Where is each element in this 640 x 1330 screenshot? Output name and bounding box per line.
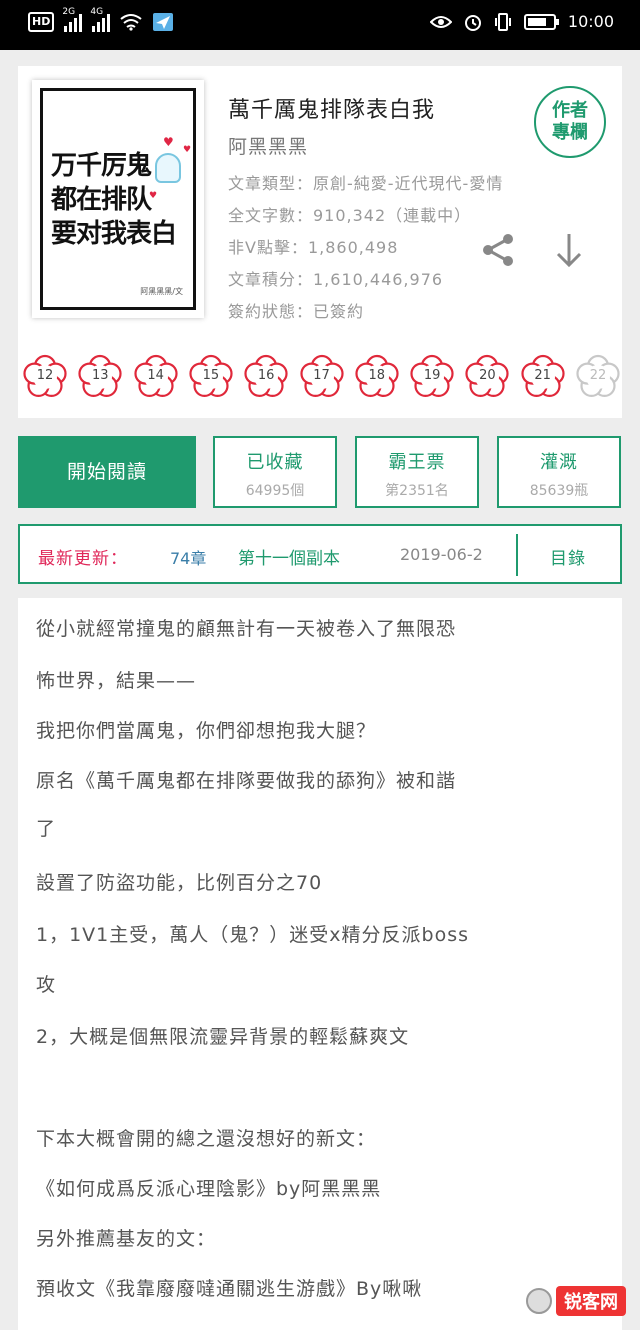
watermark: 锐客网 (526, 1286, 626, 1316)
cover-frame: 万千厉鬼 都在排队 要对我表白 ♥ ♥ ♥ 阿黑黑黑/文 (40, 88, 196, 310)
signal-icon-2: 4G (90, 7, 111, 32)
update-date: 2019-06-2 (400, 545, 483, 564)
vote-button[interactable]: 霸王票 第2351名 (355, 436, 479, 508)
synopsis-line: 《如何成爲反派心理陰影》by阿黑黑黑 (36, 1178, 382, 1200)
hd-badge: HD (28, 12, 55, 32)
book-title: 萬千厲鬼排隊表白我 (228, 98, 436, 123)
start-reading-button[interactable]: 開始閱讀 (18, 436, 196, 508)
collect-button[interactable]: 已收藏 64995個 (213, 436, 337, 508)
chapter-flower-number: 17 (313, 368, 330, 383)
wifi-icon (120, 14, 142, 31)
meta-type: 文章類型：原創-純愛-近代現代-愛情 (228, 174, 504, 193)
meta-clicks: 非V點擊：1,860,498 (228, 238, 399, 257)
synopsis-line: 1，1V1主受，萬人（鬼？）迷受x精分反派boss (36, 924, 469, 946)
vote-label: 霸王票 (388, 452, 446, 473)
cover-title-line-3: 要对我表白 (51, 219, 177, 249)
latest-update-bar[interactable]: 最新更新： 74章 第十一個副本 2019-06-2 目錄 (18, 524, 622, 584)
update-label: 最新更新： (38, 549, 128, 569)
synopsis-line: 下本大概會開的總之還沒想好的新文： (36, 1128, 377, 1150)
synopsis-line: 怖世界，結果—— (36, 670, 197, 692)
vote-count: 第2351名 (385, 483, 449, 499)
chapter-flower-19[interactable]: 19 (409, 354, 455, 400)
update-chapter-number: 74章 (170, 549, 207, 568)
eye-icon (429, 15, 452, 28)
book-author[interactable]: 阿黑黑黑 (228, 132, 308, 159)
heart-icon: ♥ (183, 145, 192, 155)
author-badge-line-2: 專欄 (552, 122, 588, 143)
clock: 10:00 (567, 12, 614, 31)
network-type-label-2: 4G (90, 7, 104, 17)
synopsis-line: 了 (36, 818, 57, 840)
chapter-flower-16[interactable]: 16 (243, 354, 289, 400)
vibrate-icon (494, 12, 511, 31)
download-icon[interactable] (554, 232, 584, 268)
alarm-icon (464, 14, 481, 31)
chapter-flower-22[interactable]: 22 (575, 354, 621, 400)
synopsis: 從小就經常撞鬼的顧無計有一天被卷入了無限恐 怖世界，結果—— 我把你們當厲鬼，你們卻… (18, 598, 622, 1330)
chapter-flower-20[interactable]: 20 (464, 354, 510, 400)
chapter-flower-number: 22 (589, 368, 607, 383)
chapter-flower-12[interactable]: 12 (22, 354, 68, 400)
heart-icon: ♥ (149, 191, 158, 201)
update-chapter-name[interactable]: 第十一個副本 (238, 544, 340, 569)
share-icon[interactable] (480, 232, 516, 268)
heart-icon: ♥ (163, 135, 174, 149)
watermark-logo-icon (526, 1288, 552, 1314)
chapter-flower-number: 20 (479, 368, 496, 383)
water-count: 85639瓶 (529, 483, 589, 499)
chapter-flower-number: 21 (534, 368, 551, 383)
book-info-card: 万千厉鬼 都在排队 要对我表白 ♥ ♥ ♥ 阿黑黑黑/文 萬千厲鬼排隊表白我 阿… (18, 66, 622, 418)
synopsis-line: 我把你們當厲鬼，你們卻想抱我大腿？ (36, 720, 377, 742)
collect-label: 已收藏 (246, 452, 304, 473)
divider (516, 534, 518, 576)
chapter-flower-number: 18 (368, 368, 386, 383)
table-of-contents-button[interactable]: 目錄 (550, 544, 586, 569)
watermark-text: 锐客网 (556, 1286, 626, 1316)
water-label: 灌溉 (540, 452, 578, 473)
author-badge-line-1: 作者 (552, 100, 588, 121)
cover-title-line-2: 都在排队 (51, 185, 152, 215)
chapter-flower-number: 12 (36, 368, 54, 383)
chapter-flower-number: 13 (92, 368, 109, 383)
chapter-flower-14[interactable]: 14 (133, 354, 179, 400)
synopsis-line: 攻 (36, 974, 57, 996)
author-column-button[interactable]: 作者 專欄 (534, 86, 606, 158)
meta-score: 文章積分：1,610,446,976 (228, 270, 444, 289)
network-type-label: 2G (62, 7, 76, 17)
water-button[interactable]: 灌溉 85639瓶 (497, 436, 621, 508)
ghost-illustration (155, 153, 181, 183)
chapter-flower-number: 19 (423, 368, 441, 383)
chapter-flower-13[interactable]: 13 (77, 354, 123, 400)
status-left: HD 2G 4G (28, 7, 174, 32)
status-bar: HD 2G 4G 10:00 (0, 0, 640, 50)
book-cover[interactable]: 万千厉鬼 都在排队 要对我表白 ♥ ♥ ♥ 阿黑黑黑/文 (32, 80, 204, 318)
chapter-flower-row: 12 13 14 15 16 17 18 19 20 21 22 (18, 354, 622, 402)
meta-word-count: 全文字數：910,342（連載中） (228, 206, 472, 225)
chapter-flower-18[interactable]: 18 (354, 354, 400, 400)
battery-icon (523, 13, 559, 30)
signal-icon: 2G (62, 7, 83, 32)
status-right: 10:00 (429, 12, 614, 31)
synopsis-line: 從小就經常撞鬼的顧無計有一天被卷入了無限恐 (36, 618, 457, 640)
collect-count: 64995個 (245, 483, 305, 499)
chapter-flower-17[interactable]: 17 (299, 354, 345, 400)
chapter-flower-21[interactable]: 21 (520, 354, 566, 400)
chapter-flower-number: 14 (147, 368, 164, 383)
synopsis-line: 原名《萬千厲鬼都在排隊要做我的舔狗》被和諧 (36, 770, 457, 792)
synopsis-line: 設置了防盜功能，比例百分之70 (36, 872, 323, 894)
chapter-flower-number: 15 (202, 368, 220, 383)
synopsis-line: 另外推薦基友的文： (36, 1228, 217, 1250)
cover-author: 阿黑黑黑/文 (140, 287, 183, 296)
chapter-flower-number: 16 (257, 368, 275, 383)
chapter-flower-15[interactable]: 15 (188, 354, 234, 400)
send-icon (153, 13, 174, 31)
synopsis-line: 2，大概是個無限流靈异背景的輕鬆蘇爽文 (36, 1026, 410, 1048)
meta-contract: 簽約狀態：已簽約 (228, 302, 365, 321)
